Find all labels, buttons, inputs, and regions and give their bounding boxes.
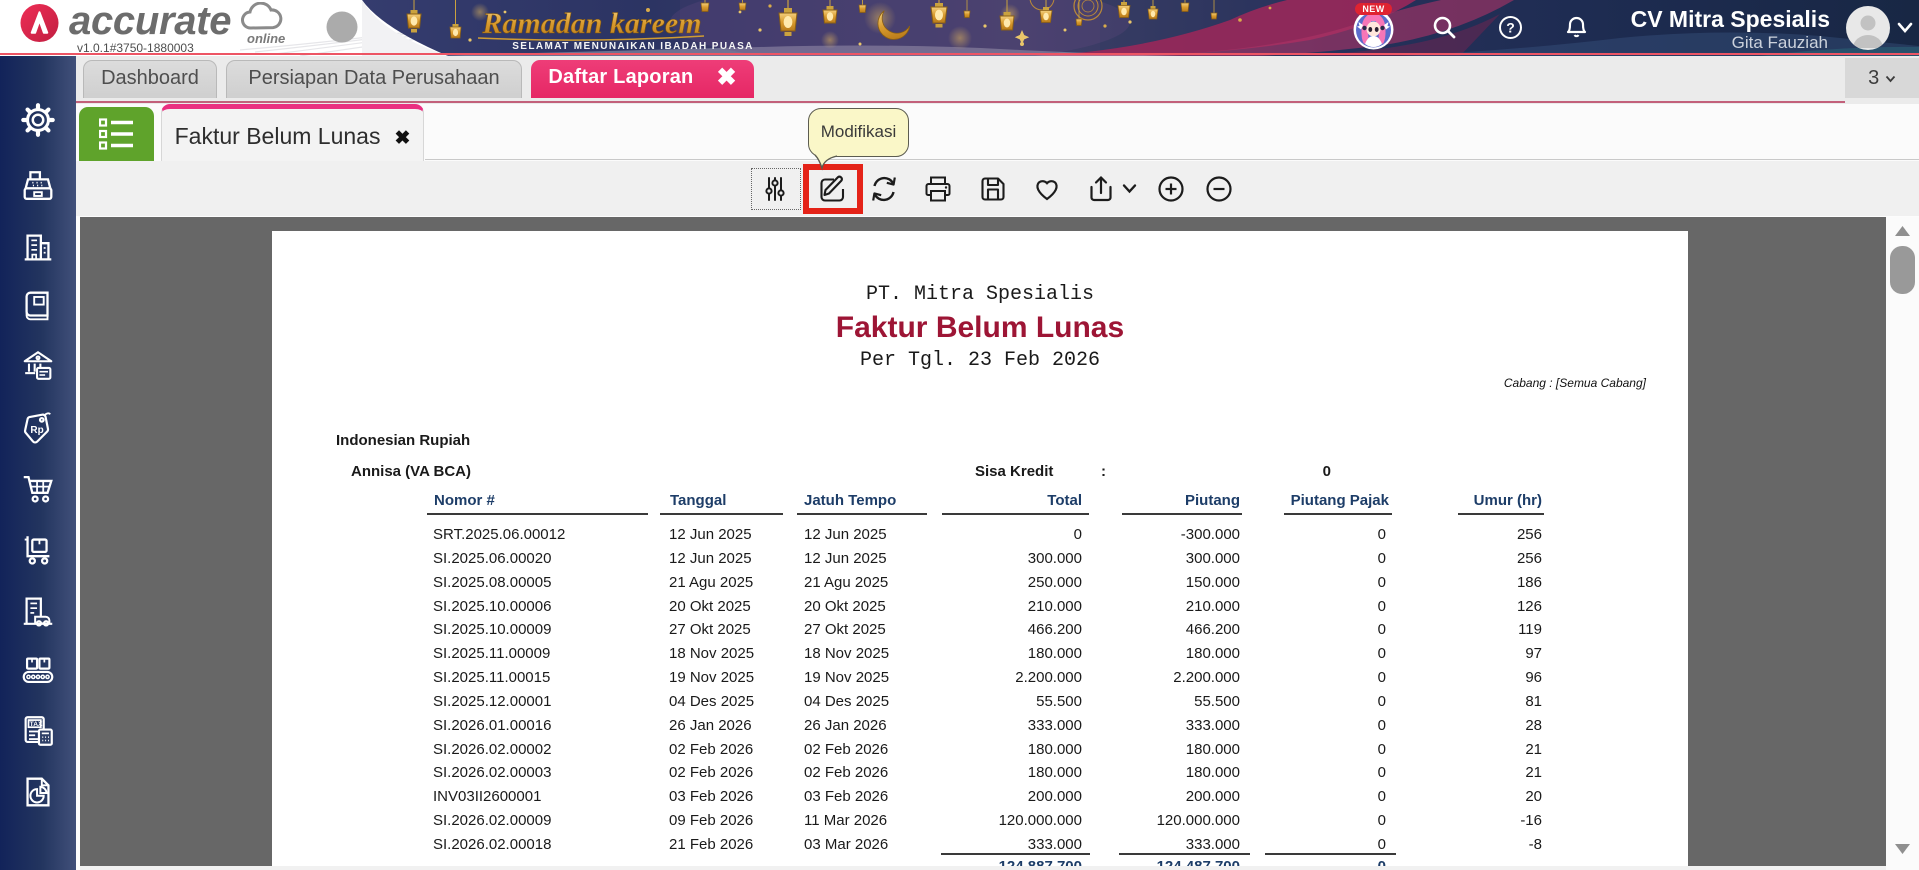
- svg-text:TAX: TAX: [30, 721, 43, 728]
- svg-text:SELAMAT MENUNAIKAN IBADAH PUAS: SELAMAT MENUNAIKAN IBADAH PUASA: [512, 41, 754, 52]
- svg-text:Ramadan kareem: Ramadan kareem: [481, 7, 701, 40]
- svg-text:Rp: Rp: [30, 425, 43, 436]
